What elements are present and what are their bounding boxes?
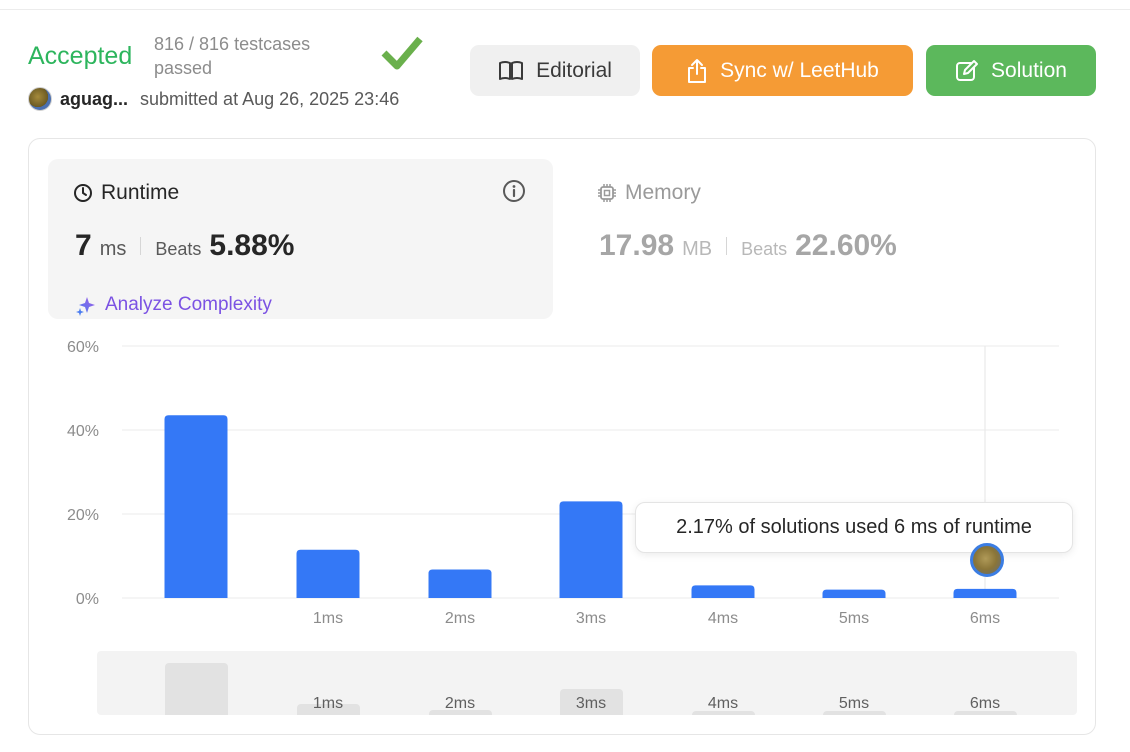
navigator-label: 2ms: [444, 695, 476, 712]
chart-bar[interactable]: [296, 549, 360, 598]
book-icon: [499, 60, 524, 80]
y-tick-label: 20%: [67, 507, 99, 524]
stats-card: Runtime 7 ms Beats 5.88% Analyze Complex…: [28, 138, 1096, 735]
author-name[interactable]: aguag...: [60, 89, 128, 110]
navigator-label: 6ms: [969, 695, 1001, 712]
x-tick-label: 6ms: [970, 610, 1000, 627]
edit-icon: [956, 59, 979, 81]
solution-label: Solution: [991, 58, 1067, 82]
submission-status: Accepted: [28, 42, 133, 70]
my-submission-marker[interactable]: [970, 543, 1004, 577]
chart-bar[interactable]: [822, 589, 886, 598]
y-tick-label: 60%: [67, 339, 99, 356]
chart-bar[interactable]: [164, 415, 228, 598]
navigator-label: 1ms: [312, 695, 344, 712]
chart-bar[interactable]: [428, 569, 492, 598]
submission-author: aguag... submitted at Aug 26, 2025 23:46: [28, 86, 399, 112]
solution-button[interactable]: Solution: [926, 45, 1096, 96]
chart-tooltip: 2.17% of solutions used 6 ms of runtime: [635, 502, 1073, 553]
check-icon: [381, 36, 423, 70]
chart-bar[interactable]: [953, 588, 1017, 598]
navigator-label: 4ms: [707, 695, 739, 712]
runtime-distribution-chart[interactable]: 60% 40% 20% 0% 1ms 2ms 3ms 4ms 5ms 6ms: [29, 139, 1095, 639]
chart-bar[interactable]: [691, 585, 755, 598]
editorial-button[interactable]: Editorial: [470, 45, 640, 96]
avatar[interactable]: [28, 87, 52, 111]
testcases-passed: 816 / 816 testcases passed: [154, 34, 311, 78]
navigator-label: 5ms: [838, 695, 870, 712]
navigator-bar: [164, 663, 228, 715]
x-tick-label: 3ms: [576, 610, 606, 627]
sync-label: Sync w/ LeetHub: [720, 58, 879, 82]
x-tick-label: 5ms: [839, 610, 869, 627]
editorial-label: Editorial: [536, 58, 612, 82]
x-tick-label: 2ms: [445, 610, 475, 627]
sync-leethub-button[interactable]: Sync w/ LeetHub: [652, 45, 913, 96]
y-tick-label: 40%: [67, 423, 99, 440]
navigator-label: 3ms: [575, 695, 607, 712]
chart-range-navigator[interactable]: 1ms 2ms 3ms 4ms 5ms 6ms: [97, 651, 1077, 715]
submitted-time: submitted at Aug 26, 2025 23:46: [140, 88, 400, 109]
top-divider: [0, 9, 1130, 10]
upload-icon: [688, 58, 707, 83]
x-tick-label: 4ms: [708, 610, 738, 627]
x-tick-label: 1ms: [313, 610, 343, 627]
y-tick-label: 0%: [76, 591, 99, 608]
chart-bar[interactable]: [559, 501, 623, 598]
